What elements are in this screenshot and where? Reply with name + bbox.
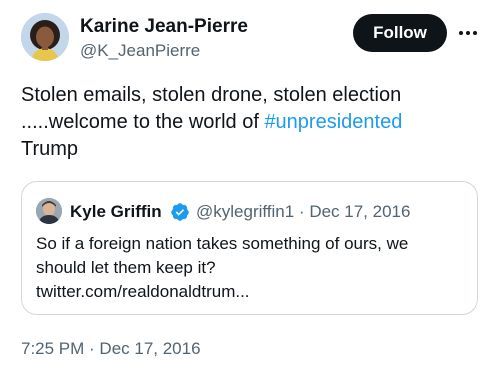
hashtag-link[interactable]: #unpresidented — [264, 111, 402, 133]
quoted-tweet-text: So if a foreign nation takes something o… — [36, 232, 466, 304]
quoted-text-line-2: should let them keep it? — [36, 258, 216, 277]
author-avatar[interactable] — [21, 13, 69, 61]
quoted-text-link[interactable]: twitter.com/realdonaldtrum... — [36, 280, 466, 304]
tweet-text-line-3: Trump — [21, 138, 79, 160]
tweet-text-line-2: .....welcome to the world of #unpresiden… — [21, 109, 481, 136]
tweet-card: Karine Jean-Pierre @K_JeanPierre Follow … — [0, 0, 500, 373]
quoted-author-avatar[interactable] — [36, 198, 62, 224]
tweet-text-prefix: .....welcome to the world of — [21, 111, 265, 133]
verified-badge-icon — [171, 203, 189, 221]
author-name[interactable]: Karine Jean-Pierre — [80, 16, 248, 38]
quoted-tweet-card[interactable]: Kyle Griffin @kylegriffin1 · Dec 17, 201… — [21, 181, 478, 315]
quoted-text-line-1: So if a foreign nation takes something o… — [36, 234, 409, 253]
more-horizontal-icon[interactable] — [457, 22, 479, 44]
quoted-author-name[interactable]: Kyle Griffin — [70, 201, 162, 223]
tweet-timestamp[interactable]: 7:25 PM · Dec 17, 2016 — [21, 338, 201, 360]
avatar-photo-icon — [36, 198, 62, 224]
author-handle[interactable]: @K_JeanPierre — [80, 40, 200, 62]
tweet-text: Stolen emails, stolen drone, stolen elec… — [21, 82, 481, 163]
quoted-handle-date: @kylegriffin1 · Dec 17, 2016 — [196, 202, 411, 221]
tweet-text-line-1: Stolen emails, stolen drone, stolen elec… — [21, 84, 402, 106]
follow-button[interactable]: Follow — [353, 14, 447, 52]
avatar-photo-icon — [21, 13, 69, 61]
